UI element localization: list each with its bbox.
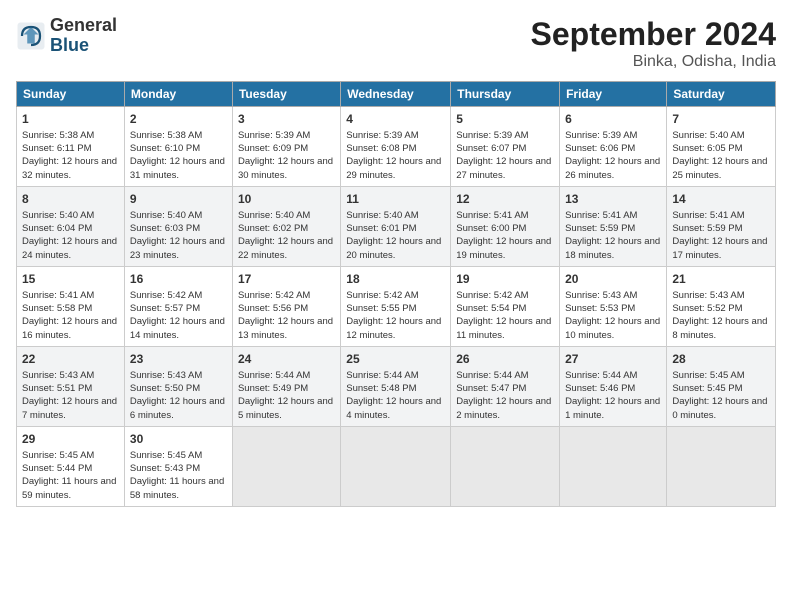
day-2: 2 Sunrise: 5:38 AMSunset: 6:10 PMDayligh… [124, 107, 232, 187]
day-13: 13 Sunrise: 5:41 AMSunset: 5:59 PMDaylig… [560, 186, 667, 266]
col-friday: Friday [560, 82, 667, 107]
title-block: September 2024 Binka, Odisha, India [531, 16, 776, 71]
col-tuesday: Tuesday [232, 82, 340, 107]
logo-icon [16, 21, 46, 51]
calendar-table: Sunday Monday Tuesday Wednesday Thursday… [16, 81, 776, 507]
empty-cell-3 [451, 426, 560, 506]
day-6: 6 Sunrise: 5:39 AMSunset: 6:06 PMDayligh… [560, 107, 667, 187]
day-15: 15 Sunrise: 5:41 AMSunset: 5:58 PMDaylig… [17, 266, 125, 346]
col-wednesday: Wednesday [341, 82, 451, 107]
logo-blue: Blue [50, 35, 89, 55]
page: General Blue September 2024 Binka, Odish… [0, 0, 792, 612]
col-monday: Monday [124, 82, 232, 107]
day-4: 4 Sunrise: 5:39 AMSunset: 6:08 PMDayligh… [341, 107, 451, 187]
empty-cell-5 [667, 426, 776, 506]
day-30: 30 Sunrise: 5:45 AMSunset: 5:43 PMDaylig… [124, 426, 232, 506]
header: General Blue September 2024 Binka, Odish… [16, 16, 776, 71]
day-25: 25 Sunrise: 5:44 AMSunset: 5:48 PMDaylig… [341, 346, 451, 426]
day-24: 24 Sunrise: 5:44 AMSunset: 5:49 PMDaylig… [232, 346, 340, 426]
day-16: 16 Sunrise: 5:42 AMSunset: 5:57 PMDaylig… [124, 266, 232, 346]
table-row: 8 Sunrise: 5:40 AMSunset: 6:04 PMDayligh… [17, 186, 776, 266]
day-29: 29 Sunrise: 5:45 AMSunset: 5:44 PMDaylig… [17, 426, 125, 506]
empty-cell-2 [341, 426, 451, 506]
day-28: 28 Sunrise: 5:45 AMSunset: 5:45 PMDaylig… [667, 346, 776, 426]
day-10: 10 Sunrise: 5:40 AMSunset: 6:02 PMDaylig… [232, 186, 340, 266]
day-11: 11 Sunrise: 5:40 AMSunset: 6:01 PMDaylig… [341, 186, 451, 266]
day-17: 17 Sunrise: 5:42 AMSunset: 5:56 PMDaylig… [232, 266, 340, 346]
day-5: 5 Sunrise: 5:39 AMSunset: 6:07 PMDayligh… [451, 107, 560, 187]
col-saturday: Saturday [667, 82, 776, 107]
table-row: 15 Sunrise: 5:41 AMSunset: 5:58 PMDaylig… [17, 266, 776, 346]
day-27: 27 Sunrise: 5:44 AMSunset: 5:46 PMDaylig… [560, 346, 667, 426]
day-8: 8 Sunrise: 5:40 AMSunset: 6:04 PMDayligh… [17, 186, 125, 266]
logo-general: General [50, 15, 117, 35]
day-18: 18 Sunrise: 5:42 AMSunset: 5:55 PMDaylig… [341, 266, 451, 346]
table-row: 29 Sunrise: 5:45 AMSunset: 5:44 PMDaylig… [17, 426, 776, 506]
table-row: 22 Sunrise: 5:43 AMSunset: 5:51 PMDaylig… [17, 346, 776, 426]
day-26: 26 Sunrise: 5:44 AMSunset: 5:47 PMDaylig… [451, 346, 560, 426]
day-3: 3 Sunrise: 5:39 AMSunset: 6:09 PMDayligh… [232, 107, 340, 187]
day-14: 14 Sunrise: 5:41 AMSunset: 5:59 PMDaylig… [667, 186, 776, 266]
day-20: 20 Sunrise: 5:43 AMSunset: 5:53 PMDaylig… [560, 266, 667, 346]
col-sunday: Sunday [17, 82, 125, 107]
empty-cell-1 [232, 426, 340, 506]
day-19: 19 Sunrise: 5:42 AMSunset: 5:54 PMDaylig… [451, 266, 560, 346]
day-22: 22 Sunrise: 5:43 AMSunset: 5:51 PMDaylig… [17, 346, 125, 426]
empty-cell-4 [560, 426, 667, 506]
table-row: 1 Sunrise: 5:38 AMSunset: 6:11 PMDayligh… [17, 107, 776, 187]
day-9: 9 Sunrise: 5:40 AMSunset: 6:03 PMDayligh… [124, 186, 232, 266]
day-23: 23 Sunrise: 5:43 AMSunset: 5:50 PMDaylig… [124, 346, 232, 426]
day-7: 7 Sunrise: 5:40 AMSunset: 6:05 PMDayligh… [667, 107, 776, 187]
month-title: September 2024 [531, 16, 776, 53]
col-thursday: Thursday [451, 82, 560, 107]
day-21: 21 Sunrise: 5:43 AMSunset: 5:52 PMDaylig… [667, 266, 776, 346]
day-12: 12 Sunrise: 5:41 AMSunset: 6:00 PMDaylig… [451, 186, 560, 266]
location: Binka, Odisha, India [531, 53, 776, 71]
logo: General Blue [16, 16, 117, 56]
day-1: 1 Sunrise: 5:38 AMSunset: 6:11 PMDayligh… [17, 107, 125, 187]
